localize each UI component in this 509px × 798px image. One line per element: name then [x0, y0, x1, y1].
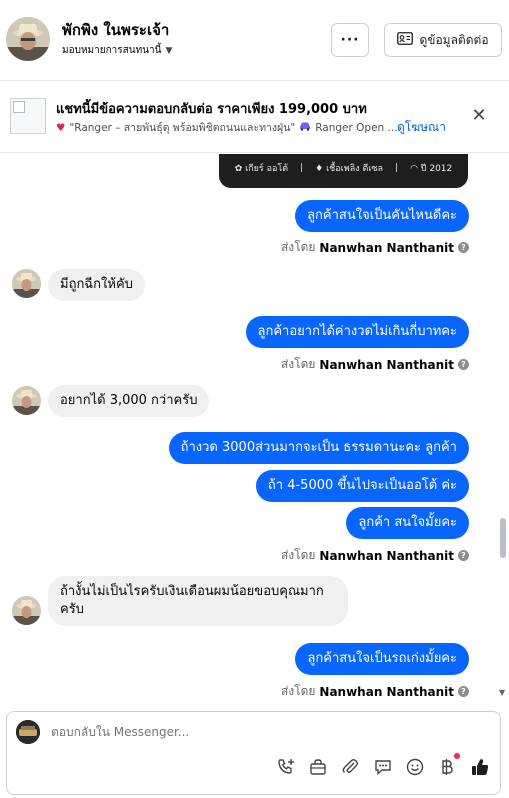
outgoing-message[interactable]: ลูกค้าอยากได้ค่างวดไม่เกินกี่บาทคะ — [245, 316, 469, 348]
payment-baht-icon[interactable] — [436, 756, 458, 778]
caret-down-icon: ▼ — [165, 45, 173, 56]
contact-avatar[interactable] — [12, 386, 41, 415]
notification-dot — [454, 753, 460, 759]
year-spec: ◠ ปี 2012 — [410, 164, 453, 174]
thumbs-up-icon[interactable] — [469, 756, 491, 778]
reply-composer — [6, 711, 501, 795]
outgoing-message[interactable]: ลูกค้า สนใจมั้ยคะ — [346, 507, 469, 539]
ad-subtitle-part-a: "Ranger – สายพันธุ์ดุ พร้อมพิชิตถนนและทา… — [69, 122, 296, 134]
sent-by-label: ส่งโดย Nanwhan Nanthanit? — [281, 682, 469, 701]
view-ad-link[interactable]: ดูโฆษณา — [397, 118, 446, 137]
paperclip-icon[interactable] — [339, 756, 361, 778]
spec-divider: | — [395, 163, 399, 173]
add-call-icon[interactable] — [275, 756, 297, 778]
vehicle-card[interactable]: ✿ เกียร์ ออโต้ | ♦ เชื้อเพลิง ดีเซล | ◠ … — [219, 154, 468, 188]
outgoing-message[interactable]: ถ้า 4-5000 ขึ้นไปจะเป็นออโต้ ค่ะ — [255, 470, 469, 502]
contact-avatar[interactable] — [6, 17, 50, 61]
ad-subtitle: ♥ "Ranger – สายพันธุ์ดุ พร้อมพิชิตถนนและ… — [56, 119, 398, 136]
message-thread[interactable]: ✿ เกียร์ ออโต้ | ♦ เชื้อเพลิง ดีเซล | ◠ … — [0, 154, 509, 701]
scrollbar-thumb[interactable] — [500, 518, 506, 558]
contact-avatar[interactable] — [12, 596, 41, 625]
help-icon[interactable]: ? — [458, 359, 469, 370]
reply-input[interactable] — [51, 725, 471, 739]
spec-divider: | — [300, 163, 304, 173]
sent-by-label: ส่งโดย Nanwhan Nanthanit? — [281, 355, 469, 374]
saved-replies-icon[interactable] — [372, 756, 394, 778]
shopping-bag-icon[interactable] — [307, 756, 329, 778]
assign-conversation[interactable]: มอบหมายการสนทนานี้ ▼ — [62, 43, 172, 58]
outgoing-message[interactable]: ถ้างวด 3000ส่วนมากจะเป็น ธรรมดานะคะ ลูกค… — [168, 432, 469, 464]
sent-by-label: ส่งโดย Nanwhan Nanthanit? — [281, 238, 469, 257]
message-line: ถ้างั้นไม่เป็นไรครับเงินเดือนผมน้อยขอบคุ… — [60, 584, 324, 599]
more-options-button[interactable]: ··· — [331, 23, 369, 57]
outgoing-message[interactable]: ลูกค้าสนใจเป็นรถเก่งมั้ยคะ — [295, 643, 469, 675]
contact-avatar[interactable] — [12, 269, 41, 298]
ad-title: แชทนี้มีข้อความตอบกลับต่อ ราคาเพียง 199,… — [56, 102, 367, 117]
contact-name[interactable]: พักพิง ในพระเจ้า — [62, 18, 169, 42]
car-icon — [299, 121, 311, 134]
contact-card-icon — [397, 32, 414, 48]
close-icon[interactable]: ✕ — [468, 104, 490, 126]
sent-by-label: ส่งโดย Nanwhan Nanthanit? — [281, 546, 469, 565]
heart-icon: ♥ — [56, 121, 66, 134]
gear-spec: ✿ เกียร์ ออโต้ — [234, 164, 289, 174]
help-icon[interactable]: ? — [458, 686, 469, 697]
emoji-icon[interactable] — [404, 756, 426, 778]
fuel-spec: ♦ เชื้อเพลิง ดีเซล — [315, 164, 384, 174]
view-contact-info-button[interactable]: ดูข้อมูลติดต่อ — [384, 23, 502, 57]
page-avatar — [16, 720, 40, 744]
contact-info-label: ดูข้อมูลติดต่อ — [419, 32, 489, 47]
incoming-message[interactable]: มีถูกฉีกให้คับ — [48, 269, 145, 301]
ad-banner: แชทนี้มีข้อความตอบกลับต่อ ราคาเพียง 199,… — [0, 81, 509, 153]
help-icon[interactable]: ? — [458, 550, 469, 561]
assign-label: มอบหมายการสนทนานี้ — [62, 45, 162, 56]
message-line: ครับ — [60, 602, 84, 617]
ad-subtitle-part-b: Ranger Open ... — [315, 121, 398, 134]
ad-thumbnail — [10, 98, 46, 134]
outgoing-message[interactable]: ลูกค้าสนใจเป็นคันไหนดีคะ — [295, 200, 469, 232]
scroll-down-arrow-icon[interactable]: ▼ — [499, 688, 505, 697]
incoming-message[interactable]: ถ้างั้นไม่เป็นไรครับเงินเดือนผมน้อยขอบคุ… — [48, 576, 348, 626]
incoming-message[interactable]: อยากได้ 3,000 กว่าครับ — [48, 385, 210, 417]
help-icon[interactable]: ? — [458, 242, 469, 253]
conversation-header: พักพิง ในพระเจ้า มอบหมายการสนทนานี้ ▼ ··… — [0, 0, 509, 81]
